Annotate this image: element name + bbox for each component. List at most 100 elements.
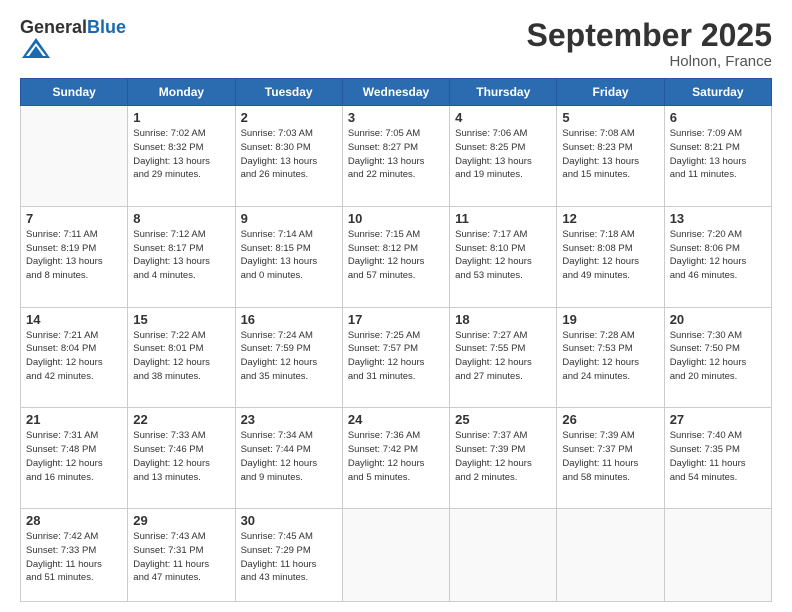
day-info: Sunrise: 7:43 AM Sunset: 7:31 PM Dayligh…	[133, 530, 229, 585]
calendar-cell: 7 Sunrise: 7:11 AM Sunset: 8:19 PM Daylig…	[21, 206, 128, 307]
calendar-cell: 27Sunrise: 7:40 AM Sunset: 7:35 PM Dayli…	[664, 408, 771, 509]
day-number: 1	[133, 110, 229, 125]
calendar-cell: 2 Sunrise: 7:03 AM Sunset: 8:30 PM Daylig…	[235, 106, 342, 207]
calendar-cell: 26 Sunrise: 7:39 AM Sunset: 7:37 PM Dayli…	[557, 408, 664, 509]
day-number: 20	[670, 312, 766, 327]
calendar-cell: 16Sunrise: 7:24 AM Sunset: 7:59 PM Dayli…	[235, 307, 342, 408]
day-info: Sunrise: 7:42 AM Sunset: 7:33 PM Dayligh…	[26, 530, 122, 585]
day-info: Sunrise: 7:31 AM Sunset: 7:48 PM Dayligh…	[26, 429, 122, 484]
day-number: 25	[455, 412, 551, 427]
day-info: Sunrise: 7:27 AM Sunset: 7:55 PM Dayligh…	[455, 329, 551, 384]
calendar-cell: 21 Sunrise: 7:31 AM Sunset: 7:48 PM Dayli…	[21, 408, 128, 509]
calendar-cell: 28 Sunrise: 7:42 AM Sunset: 7:33 PM Dayli…	[21, 509, 128, 602]
logo: GeneralBlue	[20, 18, 126, 67]
calendar-cell: 22 Sunrise: 7:33 AM Sunset: 7:46 PM Dayli…	[128, 408, 235, 509]
location-subtitle: Holnon, France	[527, 53, 772, 70]
day-number: 23	[241, 412, 337, 427]
day-number: 17	[348, 312, 444, 327]
calendar-cell: 19Sunrise: 7:28 AM Sunset: 7:53 PM Dayli…	[557, 307, 664, 408]
calendar-cell	[664, 509, 771, 602]
calendar-week-2: 7 Sunrise: 7:11 AM Sunset: 8:19 PM Daylig…	[21, 206, 772, 307]
day-number: 22	[133, 412, 229, 427]
day-info: Sunrise: 7:37 AM Sunset: 7:39 PM Dayligh…	[455, 429, 551, 484]
day-info: Sunrise: 7:22 AM Sunset: 8:01 PM Dayligh…	[133, 329, 229, 384]
day-info: Sunrise: 7:33 AM Sunset: 7:46 PM Dayligh…	[133, 429, 229, 484]
day-number: 7	[26, 211, 122, 226]
day-info: Sunrise: 7:34 AM Sunset: 7:44 PM Dayligh…	[241, 429, 337, 484]
day-info: Sunrise: 7:20 AM Sunset: 8:06 PM Dayligh…	[670, 228, 766, 283]
day-info: Sunrise: 7:05 AM Sunset: 8:27 PM Dayligh…	[348, 127, 444, 182]
day-info: Sunrise: 7:09 AM Sunset: 8:21 PM Dayligh…	[670, 127, 766, 182]
day-info: Sunrise: 7:08 AM Sunset: 8:23 PM Dayligh…	[562, 127, 658, 182]
day-number: 9	[241, 211, 337, 226]
calendar-cell: 6 Sunrise: 7:09 AM Sunset: 8:21 PM Daylig…	[664, 106, 771, 207]
day-info: Sunrise: 7:24 AM Sunset: 7:59 PM Dayligh…	[241, 329, 337, 384]
day-number: 21	[26, 412, 122, 427]
weekday-header-tuesday: Tuesday	[235, 79, 342, 106]
day-info: Sunrise: 7:17 AM Sunset: 8:10 PM Dayligh…	[455, 228, 551, 283]
day-number: 14	[26, 312, 122, 327]
day-number: 13	[670, 211, 766, 226]
calendar-cell: 24Sunrise: 7:36 AM Sunset: 7:42 PM Dayli…	[342, 408, 449, 509]
calendar-cell: 13 Sunrise: 7:20 AM Sunset: 8:06 PM Dayli…	[664, 206, 771, 307]
weekday-header-saturday: Saturday	[664, 79, 771, 106]
weekday-header-monday: Monday	[128, 79, 235, 106]
calendar-cell: 30Sunrise: 7:45 AM Sunset: 7:29 PM Dayli…	[235, 509, 342, 602]
day-number: 12	[562, 211, 658, 226]
calendar-cell: 10 Sunrise: 7:15 AM Sunset: 8:12 PM Dayli…	[342, 206, 449, 307]
day-number: 26	[562, 412, 658, 427]
month-title: September 2025	[527, 18, 772, 53]
day-info: Sunrise: 7:18 AM Sunset: 8:08 PM Dayligh…	[562, 228, 658, 283]
weekday-header-row: SundayMondayTuesdayWednesdayThursdayFrid…	[21, 79, 772, 106]
calendar-table: SundayMondayTuesdayWednesdayThursdayFrid…	[20, 78, 772, 602]
calendar-cell	[21, 106, 128, 207]
calendar-cell: 9 Sunrise: 7:14 AM Sunset: 8:15 PM Daylig…	[235, 206, 342, 307]
calendar-week-3: 14 Sunrise: 7:21 AM Sunset: 8:04 PM Dayli…	[21, 307, 772, 408]
day-info: Sunrise: 7:28 AM Sunset: 7:53 PM Dayligh…	[562, 329, 658, 384]
calendar-cell: 3Sunrise: 7:05 AM Sunset: 8:27 PM Daylig…	[342, 106, 449, 207]
day-info: Sunrise: 7:40 AM Sunset: 7:35 PM Dayligh…	[670, 429, 766, 484]
day-number: 28	[26, 513, 122, 528]
day-number: 2	[241, 110, 337, 125]
calendar-cell	[450, 509, 557, 602]
calendar-cell: 20 Sunrise: 7:30 AM Sunset: 7:50 PM Dayli…	[664, 307, 771, 408]
calendar-cell: 29 Sunrise: 7:43 AM Sunset: 7:31 PM Dayli…	[128, 509, 235, 602]
day-info: Sunrise: 7:03 AM Sunset: 8:30 PM Dayligh…	[241, 127, 337, 182]
day-info: Sunrise: 7:39 AM Sunset: 7:37 PM Dayligh…	[562, 429, 658, 484]
calendar-cell: 25 Sunrise: 7:37 AM Sunset: 7:39 PM Dayli…	[450, 408, 557, 509]
day-info: Sunrise: 7:25 AM Sunset: 7:57 PM Dayligh…	[348, 329, 444, 384]
calendar-cell: 12 Sunrise: 7:18 AM Sunset: 8:08 PM Dayli…	[557, 206, 664, 307]
day-info: Sunrise: 7:02 AM Sunset: 8:32 PM Dayligh…	[133, 127, 229, 182]
day-info: Sunrise: 7:15 AM Sunset: 8:12 PM Dayligh…	[348, 228, 444, 283]
page: GeneralBlue September 2025 Holnon, Franc…	[0, 0, 792, 612]
calendar-week-5: 28 Sunrise: 7:42 AM Sunset: 7:33 PM Dayli…	[21, 509, 772, 602]
day-info: Sunrise: 7:12 AM Sunset: 8:17 PM Dayligh…	[133, 228, 229, 283]
day-info: Sunrise: 7:21 AM Sunset: 8:04 PM Dayligh…	[26, 329, 122, 384]
calendar-cell: 5 Sunrise: 7:08 AM Sunset: 8:23 PM Daylig…	[557, 106, 664, 207]
calendar-cell	[557, 509, 664, 602]
calendar-week-1: 1 Sunrise: 7:02 AM Sunset: 8:32 PM Daylig…	[21, 106, 772, 207]
weekday-header-wednesday: Wednesday	[342, 79, 449, 106]
day-number: 11	[455, 211, 551, 226]
day-number: 6	[670, 110, 766, 125]
logo-icon	[22, 34, 50, 62]
header: GeneralBlue September 2025 Holnon, Franc…	[20, 18, 772, 70]
day-info: Sunrise: 7:30 AM Sunset: 7:50 PM Dayligh…	[670, 329, 766, 384]
day-number: 29	[133, 513, 229, 528]
calendar-week-4: 21 Sunrise: 7:31 AM Sunset: 7:48 PM Dayli…	[21, 408, 772, 509]
day-info: Sunrise: 7:14 AM Sunset: 8:15 PM Dayligh…	[241, 228, 337, 283]
calendar-cell: 17 Sunrise: 7:25 AM Sunset: 7:57 PM Dayli…	[342, 307, 449, 408]
calendar-cell: 18Sunrise: 7:27 AM Sunset: 7:55 PM Dayli…	[450, 307, 557, 408]
day-number: 5	[562, 110, 658, 125]
day-number: 10	[348, 211, 444, 226]
day-number: 8	[133, 211, 229, 226]
day-number: 4	[455, 110, 551, 125]
weekday-header-friday: Friday	[557, 79, 664, 106]
calendar-cell: 14 Sunrise: 7:21 AM Sunset: 8:04 PM Dayli…	[21, 307, 128, 408]
calendar-cell: 1 Sunrise: 7:02 AM Sunset: 8:32 PM Daylig…	[128, 106, 235, 207]
day-info: Sunrise: 7:06 AM Sunset: 8:25 PM Dayligh…	[455, 127, 551, 182]
logo-blue: Blue	[87, 17, 126, 37]
day-number: 30	[241, 513, 337, 528]
day-info: Sunrise: 7:36 AM Sunset: 7:42 PM Dayligh…	[348, 429, 444, 484]
day-info: Sunrise: 7:11 AM Sunset: 8:19 PM Dayligh…	[26, 228, 122, 283]
